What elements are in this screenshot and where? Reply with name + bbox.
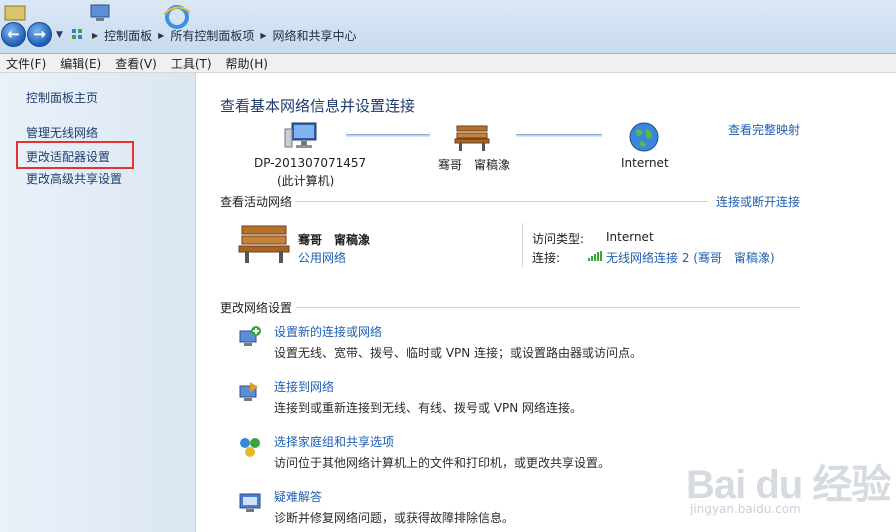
access-type-value: Internet — [606, 230, 654, 244]
task-description: 访问位于其他网络计算机上的文件和打印机，或更改共享设置。 — [274, 456, 611, 470]
bench-icon[interactable] — [238, 223, 290, 265]
address-bar: ← → ▼ ▶ 控制面板 ▶ 所有控制面板项 ▶ 网络和共享中心 — [0, 0, 896, 54]
computer-icon[interactable] — [284, 121, 320, 153]
change-settings-title: 更改网络设置 — [220, 301, 293, 315]
troubleshoot-icon[interactable] — [238, 490, 262, 514]
task-item: 连接到网络 连接到或重新连接到无线、有线、拨号或 VPN 网络连接。 — [238, 378, 878, 418]
menu-bar: 文件(F) 编辑(E) 查看(V) 工具(T) 帮助(H) — [0, 54, 896, 73]
computer-name: DP-201307071457 — [254, 156, 367, 170]
connect-network-icon[interactable] — [238, 380, 262, 404]
network-name: 骞哥 甯稿潒 — [438, 158, 511, 172]
menu-edit[interactable]: 编辑(E) — [60, 55, 101, 72]
active-networks-title: 查看活动网络 — [220, 195, 293, 209]
menu-file[interactable]: 文件(F) — [6, 55, 46, 72]
active-network-name: 骞哥 甯稿潒 — [298, 233, 371, 247]
connect-disconnect-link[interactable]: 连接或断开连接 — [716, 193, 800, 210]
task-item: 设置新的连接或网络 设置无线、宽带、拨号、临时或 VPN 连接；或设置路由器或访… — [238, 323, 878, 363]
internet-globe-icon[interactable] — [628, 121, 660, 153]
divider — [296, 307, 800, 308]
divider — [522, 223, 523, 267]
breadcrumb-item[interactable]: 控制面板 — [104, 27, 152, 44]
task-description: 连接到或重新连接到无线、有线、拨号或 VPN 网络连接。 — [274, 401, 583, 415]
breadcrumb-item[interactable]: 网络和共享中心 — [273, 27, 357, 44]
wireless-signal-icon — [588, 251, 602, 261]
bench-icon[interactable] — [454, 123, 490, 153]
control-panel-icon — [72, 29, 82, 39]
connection-value-link[interactable]: 无线网络连接 2 (骞哥 甯稿潒) — [606, 249, 775, 266]
breadcrumb-separator[interactable]: ▶ — [158, 31, 164, 40]
menu-view[interactable]: 查看(V) — [115, 55, 157, 72]
menu-tools[interactable]: 工具(T) — [171, 55, 212, 72]
connection-line — [516, 134, 602, 137]
new-connection-icon[interactable] — [238, 325, 262, 349]
task-title-link[interactable]: 选择家庭组和共享选项 — [274, 433, 394, 450]
breadcrumb-item[interactable]: 所有控制面板项 — [170, 27, 254, 44]
network-icon — [90, 4, 110, 21]
page-title: 查看基本网络信息并设置连接 — [220, 97, 416, 115]
connection-line — [346, 134, 430, 137]
full-map-link[interactable]: 查看完整映射 — [728, 121, 800, 138]
watermark-url: jingyan.baidu.com — [690, 502, 801, 516]
breadcrumb-separator[interactable]: ▶ — [92, 31, 98, 40]
task-title-link[interactable]: 连接到网络 — [274, 378, 334, 395]
breadcrumb-separator[interactable]: ▶ — [260, 31, 266, 40]
back-button[interactable]: ← — [1, 22, 26, 47]
task-description: 设置无线、宽带、拨号、临时或 VPN 连接；或设置路由器或访问点。 — [274, 346, 643, 360]
internet-label: Internet — [621, 156, 669, 170]
task-title-link[interactable]: 疑难解答 — [274, 488, 322, 505]
history-dropdown-icon[interactable]: ▼ — [56, 30, 63, 40]
access-type-label: 访问类型: — [532, 232, 585, 246]
homegroup-icon[interactable] — [238, 435, 262, 459]
breadcrumb: ▶ 控制面板 ▶ 所有控制面板项 ▶ 网络和共享中心 — [70, 25, 357, 45]
folder-icon — [4, 5, 26, 21]
control-panel-home-link[interactable]: 控制面板主页 — [26, 89, 98, 106]
change-advanced-sharing-link[interactable]: 更改高级共享设置 — [26, 170, 122, 187]
baidu-watermark: Bai du 经验 jingyan.baidu.com — [686, 452, 891, 524]
divider — [296, 201, 708, 202]
forward-button[interactable]: → — [27, 22, 52, 47]
connection-label: 连接: — [532, 251, 561, 265]
manage-wireless-link[interactable]: 管理无线网络 — [26, 124, 98, 141]
task-title-link[interactable]: 设置新的连接或网络 — [274, 323, 382, 340]
computer-subtitle: (此计算机) — [277, 174, 335, 188]
task-description: 诊断并修复网络问题，或获得故障排除信息。 — [274, 511, 515, 525]
highlight-box — [16, 141, 134, 169]
network-type-link[interactable]: 公用网络 — [298, 249, 346, 266]
menu-help[interactable]: 帮助(H) — [226, 55, 268, 72]
